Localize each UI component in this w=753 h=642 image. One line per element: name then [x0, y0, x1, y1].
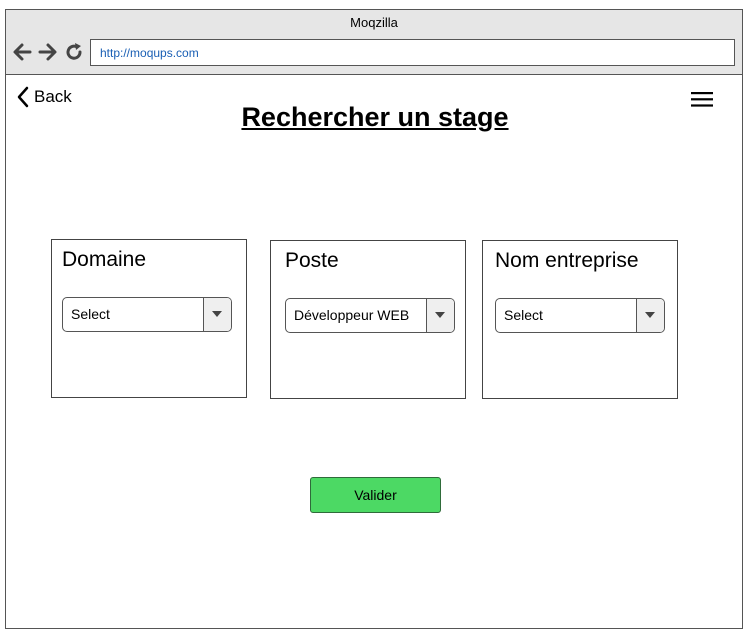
- poste-select-toggle[interactable]: [426, 299, 454, 332]
- forward-arrow-icon[interactable]: [38, 42, 58, 62]
- address-bar[interactable]: http://moqups.com: [90, 39, 735, 66]
- entreprise-select-value: Select: [504, 307, 543, 323]
- filter-card-domaine: Domaine Select: [51, 239, 247, 398]
- reload-icon[interactable]: [64, 42, 84, 62]
- poste-select[interactable]: Développeur WEB: [285, 298, 455, 333]
- caret-down-icon: [212, 311, 222, 317]
- window-title: Moqzilla: [350, 15, 398, 30]
- poste-label: Poste: [285, 249, 339, 272]
- domaine-select[interactable]: Select: [62, 297, 232, 332]
- entreprise-select-toggle[interactable]: [636, 299, 664, 332]
- page-title: Rechercher un stage: [241, 102, 509, 132]
- browser-window: Moqzilla http://moqups.com Back Recherch…: [5, 9, 743, 629]
- domaine-select-toggle[interactable]: [203, 298, 231, 331]
- browser-chrome: Moqzilla http://moqups.com: [6, 10, 742, 75]
- filter-card-poste: Poste Développeur WEB: [270, 240, 466, 399]
- caret-down-icon: [645, 312, 655, 318]
- valider-button[interactable]: Valider: [310, 477, 441, 513]
- poste-select-value: Développeur WEB: [294, 307, 410, 323]
- back-arrow-icon[interactable]: [12, 42, 32, 62]
- entreprise-label: Nom entreprise: [495, 249, 639, 272]
- caret-down-icon: [435, 312, 445, 318]
- filter-card-entreprise: Nom entreprise Select: [482, 240, 678, 399]
- entreprise-select[interactable]: Select: [495, 298, 665, 333]
- domaine-label: Domaine: [62, 248, 147, 271]
- domaine-select-value: Select: [71, 306, 110, 322]
